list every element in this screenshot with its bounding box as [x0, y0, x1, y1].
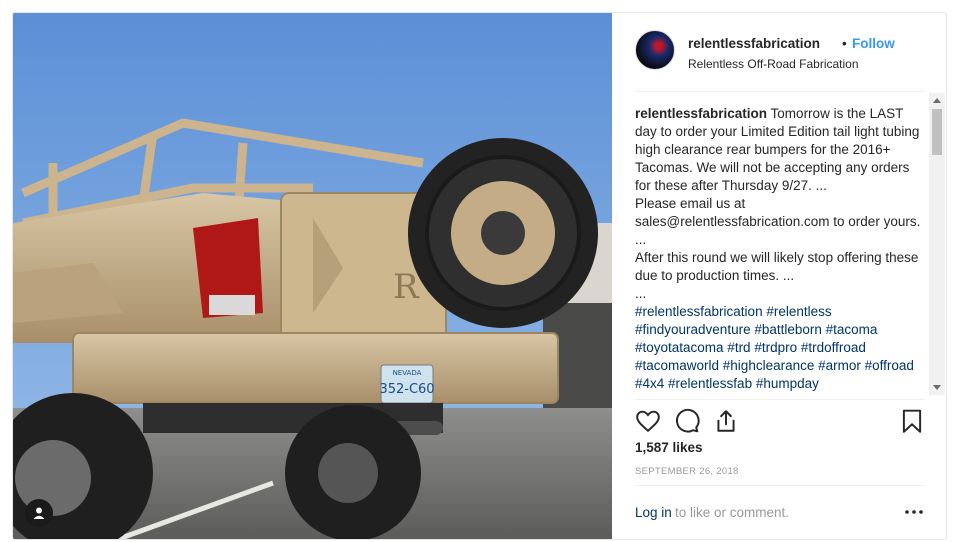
follow-button[interactable]: Follow	[852, 36, 895, 51]
header-separator: •	[842, 36, 847, 51]
caption-scrollbar[interactable]	[929, 93, 945, 395]
plate-state: NEVADA	[393, 369, 422, 377]
post-image[interactable]: R NEVADA 352-C60	[13, 13, 612, 539]
scroll-up-arrow[interactable]	[933, 98, 941, 103]
comment-bar: Log in to like or comment.	[635, 485, 925, 539]
action-bar	[635, 399, 925, 439]
header-username[interactable]: relentlessfabrication	[688, 36, 820, 51]
plate-number: 352-C60	[379, 382, 434, 397]
header-subtitle[interactable]: Relentless Off-Road Fabrication	[688, 57, 859, 71]
avatar[interactable]	[635, 30, 675, 70]
login-link[interactable]: Log in	[635, 505, 672, 520]
caption-username[interactable]: relentlessfabrication	[635, 106, 767, 121]
comment-icon[interactable]	[674, 408, 702, 436]
caption-area[interactable]: relentlessfabrication Tomorrow is the LA…	[635, 105, 925, 395]
post-header: relentlessfabrication • Follow Relentles…	[635, 30, 925, 92]
post-date[interactable]: SEPTEMBER 26, 2018	[635, 466, 739, 477]
caption: relentlessfabrication Tomorrow is the LA…	[635, 105, 925, 393]
caption-text: Tomorrow is the LAST day to order your L…	[635, 106, 921, 301]
share-icon[interactable]	[713, 408, 741, 436]
scroll-thumb[interactable]	[932, 109, 942, 155]
likes-count[interactable]: 1,587 likes	[635, 440, 703, 455]
post-sidebar: relentlessfabrication • Follow Relentles…	[613, 13, 946, 539]
login-prompt-text: to like or comment.	[675, 505, 790, 520]
bookmark-icon[interactable]	[899, 408, 927, 436]
more-options-icon[interactable]	[903, 502, 925, 522]
instagram-post: R NEVADA 352-C60 relentlessfabrication •…	[12, 12, 947, 540]
caption-hashtags[interactable]: #relentlessfabrication #relentless #find…	[635, 304, 918, 391]
heart-icon[interactable]	[635, 408, 663, 436]
scroll-down-arrow[interactable]	[933, 385, 941, 390]
user-tag-icon[interactable]	[25, 499, 53, 527]
svg-text:R: R	[393, 267, 420, 307]
